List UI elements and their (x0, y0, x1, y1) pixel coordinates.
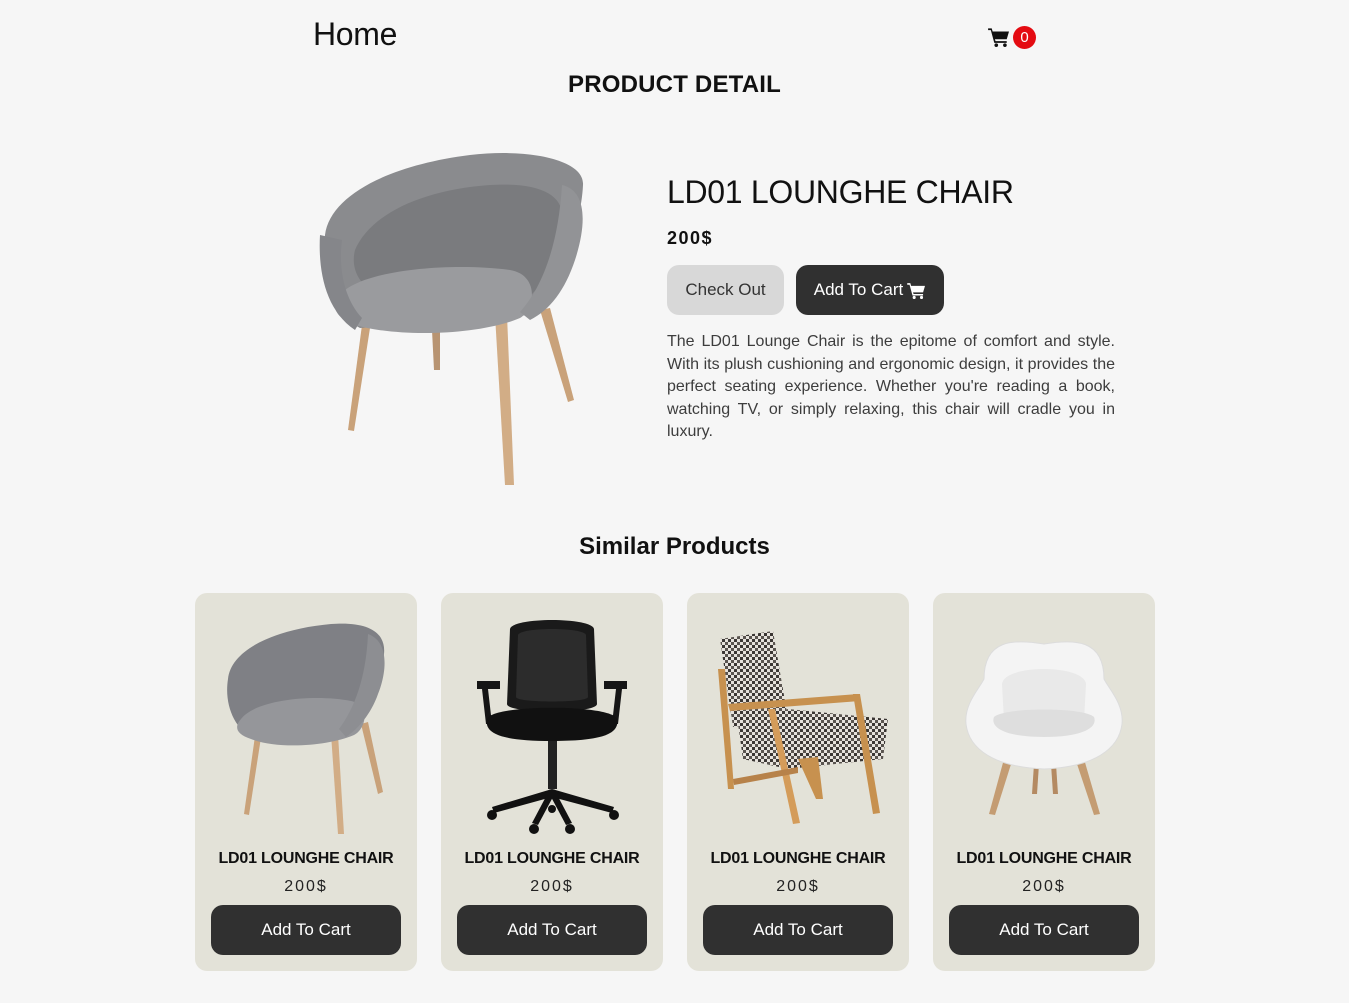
similar-product-card[interactable]: LD01 LOUNGHE CHAIR 200$ Add To Cart (195, 593, 417, 971)
similar-product-card[interactable]: LD01 LOUNGHE CHAIR 200$ Add To Cart (441, 593, 663, 971)
page-title: PRODUCT DETAIL (567, 71, 781, 98)
home-link[interactable]: Home (313, 16, 397, 53)
product-image (718, 631, 888, 824)
cart-count-badge: 0 (1013, 25, 1036, 49)
product-detail-page: Home 0 PRODUCT DETAIL LD01 LOUNGHE CHAIR… (0, 0, 1349, 1003)
card-product-name: LD01 LOUNGHE CHAIR (710, 850, 886, 867)
product-image (477, 620, 627, 834)
similar-product-card[interactable]: LD01 LOUNGHE CHAIR 200$ Add To Cart (687, 593, 909, 971)
header-cart-button[interactable]: 0 (988, 24, 1040, 50)
product-image (319, 153, 584, 485)
card-product-price: 200$ (1022, 878, 1066, 895)
card-product-name: LD01 LOUNGHE CHAIR (464, 850, 640, 867)
card-product-name: LD01 LOUNGHE CHAIR (218, 850, 394, 867)
check-out-button[interactable]: Check Out (667, 265, 784, 315)
product-image (227, 623, 385, 834)
product-price: 200$ (667, 228, 714, 248)
card-add-to-cart-button[interactable]: Add To Cart (703, 905, 893, 955)
card-product-price: 200$ (776, 878, 820, 895)
card-product-price: 200$ (530, 878, 574, 895)
similar-product-card[interactable]: LD01 LOUNGHE CHAIR 200$ Add To Cart (933, 593, 1155, 971)
add-to-cart-label: Add To Cart (813, 280, 904, 299)
card-product-price: 200$ (284, 878, 328, 895)
similar-products-title: Similar Products (579, 533, 770, 560)
product-image (965, 641, 1123, 815)
cart-icon (907, 282, 926, 299)
cart-icon (988, 28, 1009, 47)
card-add-to-cart-button[interactable]: Add To Cart (457, 905, 647, 955)
product-description: The LD01 Lounge Chair is the epitome of … (667, 333, 1115, 441)
product-name: LD01 LOUNGHE CHAIR (667, 174, 1014, 210)
card-add-to-cart-button[interactable]: Add To Cart (949, 905, 1139, 955)
card-add-to-cart-button[interactable]: Add To Cart (211, 905, 401, 955)
card-product-name: LD01 LOUNGHE CHAIR (956, 850, 1132, 867)
add-to-cart-button[interactable]: Add To Cart (796, 265, 944, 315)
